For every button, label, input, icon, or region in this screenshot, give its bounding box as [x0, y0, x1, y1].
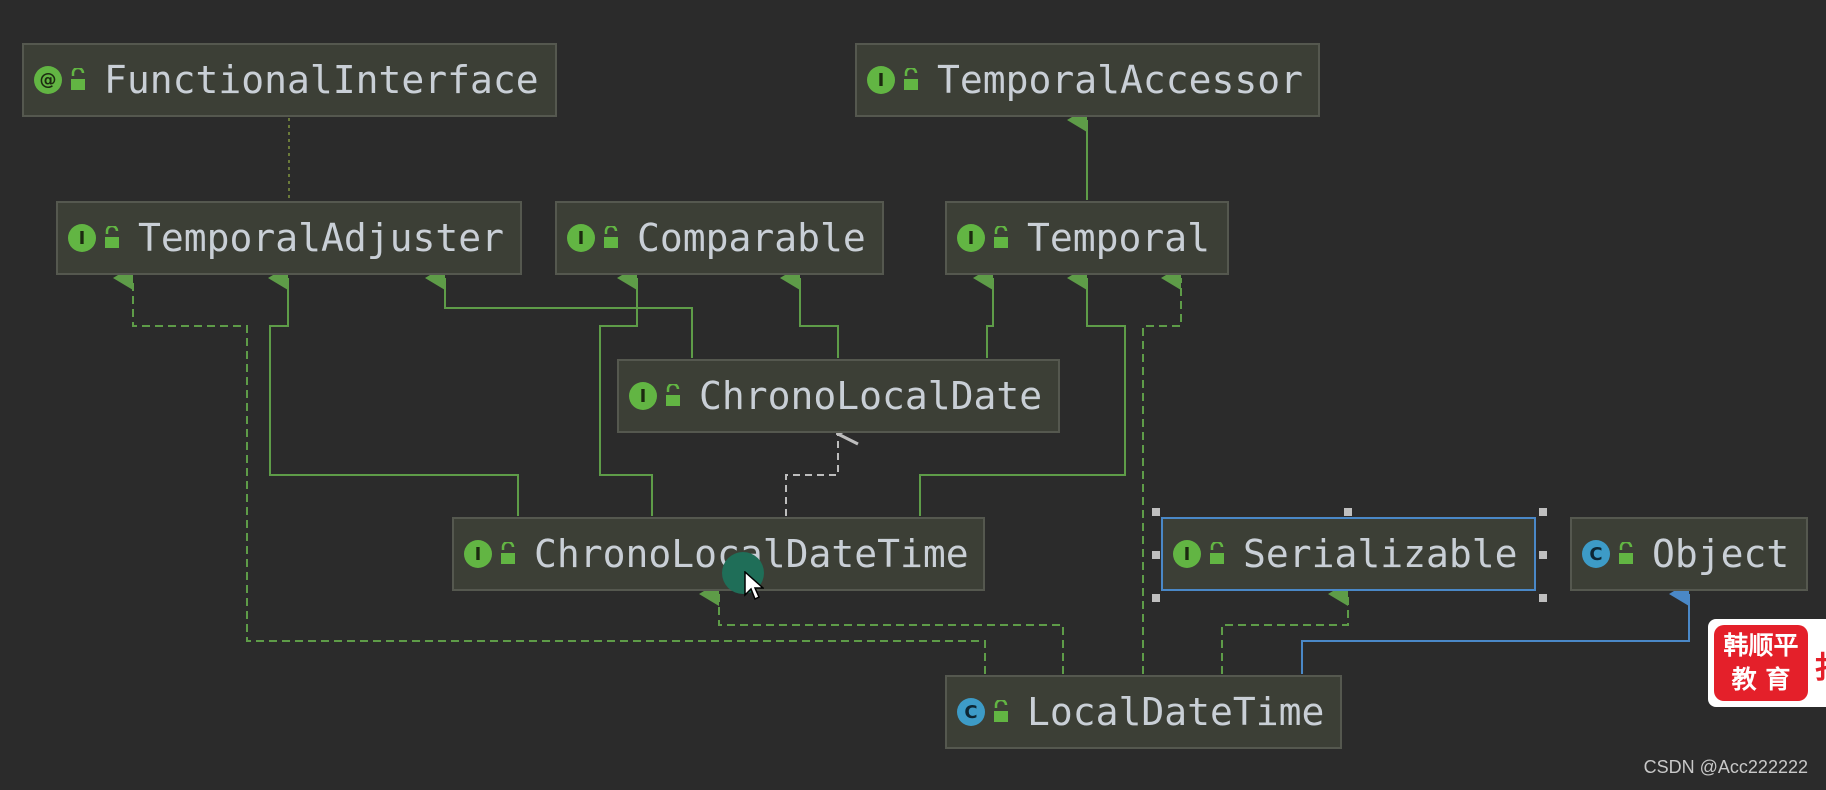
node-local-date-time[interactable]: C LocalDateTime	[945, 675, 1342, 749]
edge-chronolocaldate-to-temporal	[973, 266, 994, 358]
node-label: TemporalAccessor	[937, 58, 1304, 102]
node-label: ChronoLocalDate	[699, 374, 1043, 418]
interface-icon: I	[867, 66, 895, 94]
logo-line-1: 韩顺平	[1723, 631, 1799, 660]
node-chrono-local-date[interactable]: I ChronoLocalDate	[617, 359, 1060, 433]
node-temporal-accessor[interactable]: I TemporalAccessor	[855, 43, 1320, 117]
logo-line-2: 教 育	[1731, 665, 1791, 694]
node-comparable[interactable]: I Comparable	[555, 201, 884, 275]
edge-chronolocaldatetime-to-chronolocaldate	[785, 434, 838, 516]
node-label: Object	[1652, 532, 1790, 576]
node-label: Comparable	[637, 216, 866, 260]
edge-localdatetime-to-object	[1301, 582, 1690, 674]
edge-localdatetime-to-temporaladjuster	[113, 266, 986, 674]
node-label: Serializable	[1243, 532, 1518, 576]
public-lock-icon	[994, 226, 1008, 248]
node-chrono-local-date-time[interactable]: I ChronoLocalDateTime	[452, 517, 985, 591]
public-lock-icon	[904, 68, 918, 90]
public-lock-icon	[1619, 542, 1633, 564]
public-lock-icon	[105, 226, 119, 248]
edge-chronolocaldate-to-comparable	[780, 266, 839, 358]
edge-chronolocaldate-to-temporaladjuster	[425, 266, 693, 358]
logo-badge: 韩顺平 教 育	[1714, 625, 1808, 701]
selection-handle[interactable]	[1152, 508, 1160, 516]
final-class-icon: C	[957, 698, 985, 726]
node-label: TemporalAdjuster	[138, 216, 505, 260]
annotation-type-icon: @	[34, 66, 62, 94]
selection-handle[interactable]	[1539, 594, 1547, 602]
node-object[interactable]: C Object	[1570, 517, 1808, 591]
edge-localdatetime-to-serializable	[1221, 582, 1349, 674]
public-lock-icon	[71, 68, 85, 90]
interface-icon: I	[464, 540, 492, 568]
watermark-logo: 韩顺平 教 育 扌	[1708, 619, 1826, 707]
node-serializable[interactable]: I Serializable	[1161, 517, 1536, 591]
watermark-credit: CSDN @Acc222222	[1643, 757, 1808, 777]
interface-icon: I	[1173, 540, 1201, 568]
mouse-pointer-icon	[744, 571, 764, 601]
interface-icon: I	[629, 382, 657, 410]
node-temporal-adjuster[interactable]: I TemporalAdjuster	[56, 201, 522, 275]
interface-icon: I	[567, 224, 595, 252]
public-lock-icon	[1210, 542, 1224, 564]
edge-localdatetime-to-chronolocaldatetime	[699, 582, 1064, 674]
selection-handle[interactable]	[1344, 508, 1352, 516]
public-lock-icon	[501, 542, 515, 564]
interface-icon: I	[957, 224, 985, 252]
public-lock-icon	[994, 700, 1008, 722]
node-temporal[interactable]: I Temporal	[945, 201, 1229, 275]
class-icon: C	[1582, 540, 1610, 568]
logo-truncated-glyph: 扌	[1814, 643, 1826, 683]
edge-localdatetime-to-temporal	[1142, 266, 1182, 674]
public-lock-icon	[604, 226, 618, 248]
edge-chronolocaldatetime-to-temporaladjuster	[268, 266, 519, 516]
interface-icon: I	[68, 224, 96, 252]
node-label: FunctionalInterface	[104, 58, 539, 102]
node-label: Temporal	[1027, 216, 1211, 260]
selection-handle[interactable]	[1152, 594, 1160, 602]
selection-handle[interactable]	[1539, 551, 1547, 559]
node-functional-interface[interactable]: @ FunctionalInterface	[22, 43, 557, 117]
public-lock-icon	[666, 384, 680, 406]
node-label: LocalDateTime	[1027, 690, 1325, 734]
selection-handle[interactable]	[1152, 551, 1160, 559]
selection-handle[interactable]	[1539, 508, 1547, 516]
